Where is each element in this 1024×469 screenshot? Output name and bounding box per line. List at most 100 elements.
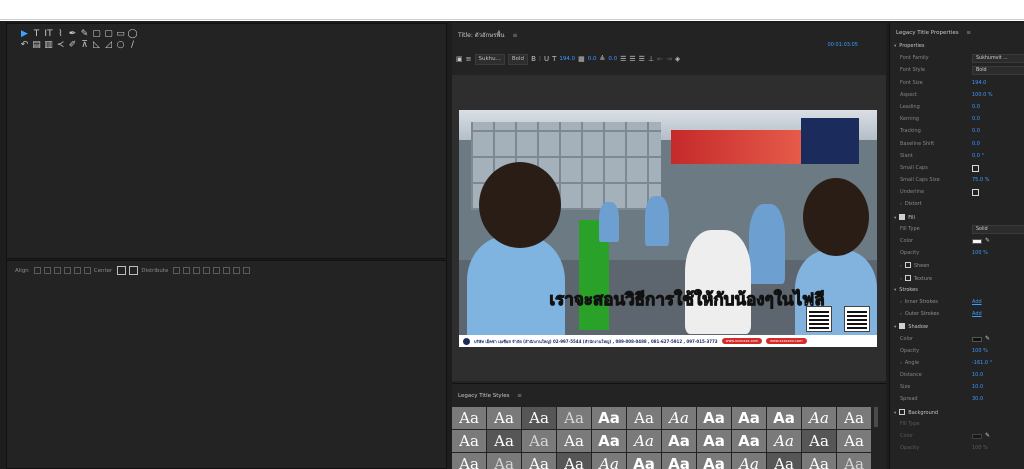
style-swatch[interactable]: Aa — [662, 430, 696, 452]
area-type-tool-icon[interactable]: ▤ — [31, 40, 42, 51]
align-center-text-icon[interactable]: ☰ — [629, 55, 635, 63]
style-swatch[interactable]: Aa — [837, 407, 871, 429]
style-swatch[interactable]: Aa — [522, 407, 556, 429]
distribute-right-icon[interactable] — [193, 267, 201, 274]
style-swatch[interactable]: Aa — [767, 453, 801, 469]
property-value[interactable]: 75.0 % — [972, 177, 989, 183]
property-label[interactable]: ▾ Strokes — [894, 287, 918, 293]
distribute-left-icon[interactable] — [173, 267, 181, 274]
styles-panel-menu-icon[interactable]: ≡ — [517, 393, 522, 399]
pen-tool-icon[interactable]: ✒ — [67, 29, 78, 40]
distribute-middle-icon[interactable] — [223, 267, 231, 274]
property-value[interactable]: 0.0 ° — [972, 153, 984, 159]
property-value[interactable]: 0.0 — [972, 104, 980, 110]
underline-icon[interactable]: U — [544, 55, 549, 63]
style-swatch[interactable]: Aa — [732, 407, 766, 429]
style-swatch[interactable]: Aa — [802, 430, 836, 452]
property-checkbox[interactable] — [904, 262, 911, 269]
property-label[interactable]: ▾ Background — [894, 408, 938, 416]
font-family-select[interactable]: Sukhu... — [474, 53, 505, 65]
ellipse-tool-2-icon[interactable]: ○ — [115, 40, 126, 51]
align-center-h-icon[interactable] — [43, 267, 51, 274]
property-value[interactable]: 0.0 — [972, 128, 980, 134]
vertical-area-type-tool-icon[interactable]: ▥ — [43, 40, 54, 51]
property-checkbox[interactable] — [899, 213, 906, 220]
distribute-bottom-icon[interactable] — [233, 267, 241, 274]
convert-anchor-point-tool-icon[interactable]: ⊼ — [79, 40, 90, 51]
distribute-center-icon[interactable] — [183, 267, 191, 274]
property-checkbox[interactable] — [899, 408, 906, 415]
style-swatch[interactable]: Aa — [452, 430, 486, 452]
property-value[interactable]: 100 % — [972, 445, 988, 451]
eyedropper-icon[interactable]: ✎ — [985, 237, 990, 244]
color-swatch[interactable] — [972, 239, 982, 244]
font-size-value[interactable]: 194.0 — [559, 56, 575, 62]
style-swatch[interactable]: Aa — [697, 430, 731, 452]
property-label[interactable]: › Texture — [900, 274, 932, 282]
roll-crawl-options-icon[interactable]: ≡ — [466, 55, 472, 63]
property-label[interactable]: ▾ Fill — [894, 213, 915, 221]
align-center-v-icon[interactable] — [73, 267, 81, 274]
property-label[interactable]: › Sheen — [900, 262, 929, 269]
style-swatch[interactable]: Aa — [802, 453, 836, 469]
property-value[interactable]: 10.0 — [972, 372, 983, 378]
italic-icon[interactable]: I — [539, 55, 541, 63]
distribute-top-icon[interactable] — [213, 267, 221, 274]
type-tool-icon[interactable]: T — [31, 29, 42, 40]
style-swatch[interactable]: Aa — [627, 430, 661, 452]
title-text-object[interactable]: เราจะสอนวิธีการใช้ให้กับน้องๆในไฟลี — [507, 286, 867, 313]
disclosure-closed-icon[interactable]: › — [900, 300, 902, 305]
style-swatch[interactable]: Aa — [802, 407, 836, 429]
style-swatch[interactable]: Aa — [557, 430, 591, 452]
disclosure-open-icon[interactable]: ▾ — [894, 288, 896, 293]
style-swatch[interactable]: Aa — [732, 453, 766, 469]
distribute-h-icon[interactable] — [203, 267, 211, 274]
styles-scrollbar[interactable] — [874, 407, 878, 427]
disclosure-closed-icon[interactable]: › — [900, 312, 902, 317]
vertical-type-tool-icon[interactable]: IT — [43, 29, 54, 40]
property-label[interactable]: ▾ Shadow — [894, 323, 928, 330]
rectangle-tool-icon[interactable]: ▢ — [91, 29, 102, 40]
style-swatch[interactable]: Aa — [557, 407, 591, 429]
align-right-text-icon[interactable]: ☰ — [639, 55, 645, 63]
ellipse-tool-icon[interactable]: ◯ — [127, 29, 138, 40]
new-title-icon[interactable]: ▣ — [456, 55, 463, 63]
kerning-value[interactable]: 0.0 — [588, 56, 597, 62]
style-swatch[interactable]: Aa — [767, 407, 801, 429]
disclosure-closed-icon[interactable]: › — [900, 264, 902, 269]
property-label[interactable]: ▾ Properties — [894, 43, 925, 49]
background-timecode[interactable]: 00:01:03:05 — [827, 42, 858, 48]
property-checkbox[interactable] — [904, 274, 911, 281]
style-swatch[interactable]: Aa — [452, 453, 486, 469]
property-checkbox[interactable] — [899, 323, 906, 330]
properties-panel-menu-icon[interactable]: ≡ — [966, 30, 971, 36]
disclosure-open-icon[interactable]: ▾ — [894, 44, 896, 49]
property-value[interactable]: 100 % — [972, 250, 988, 256]
disclosure-closed-icon[interactable]: › — [900, 361, 902, 366]
disclosure-closed-icon[interactable]: › — [900, 202, 902, 207]
eyedropper-icon[interactable]: ✎ — [985, 432, 990, 439]
rotation-tool-icon[interactable]: ↶ — [19, 40, 30, 51]
distribute-v-icon[interactable] — [243, 267, 251, 274]
style-swatch[interactable]: Aa — [522, 453, 556, 469]
title-panel-menu-icon[interactable]: ≡ — [512, 32, 517, 39]
style-swatch[interactable]: Aa — [767, 430, 801, 452]
style-swatch[interactable]: Aa — [487, 430, 521, 452]
arc-tool-icon[interactable]: ◿ — [103, 40, 114, 51]
add-stroke-link[interactable]: Add — [972, 299, 982, 305]
style-swatch[interactable]: Aa — [592, 407, 626, 429]
disclosure-closed-icon[interactable]: › — [900, 277, 902, 282]
bold-icon[interactable]: B — [531, 55, 536, 63]
disclosure-open-icon[interactable]: ▾ — [894, 411, 896, 416]
align-right-icon[interactable] — [53, 267, 61, 274]
style-swatch[interactable]: Aa — [697, 407, 731, 429]
property-value[interactable]: -161.0 ° — [972, 360, 992, 366]
disclosure-open-icon[interactable]: ▾ — [894, 216, 896, 221]
property-value[interactable]: 0.0 — [972, 141, 980, 147]
style-swatch[interactable]: Aa — [732, 430, 766, 452]
tab-stops-3-icon[interactable]: ⇥ — [666, 55, 672, 63]
tab-stops-2-icon[interactable]: ⇤ — [657, 55, 663, 63]
add-stroke-link[interactable]: Add — [972, 311, 982, 317]
style-swatch[interactable]: Aa — [487, 407, 521, 429]
color-swatch[interactable] — [972, 434, 982, 439]
